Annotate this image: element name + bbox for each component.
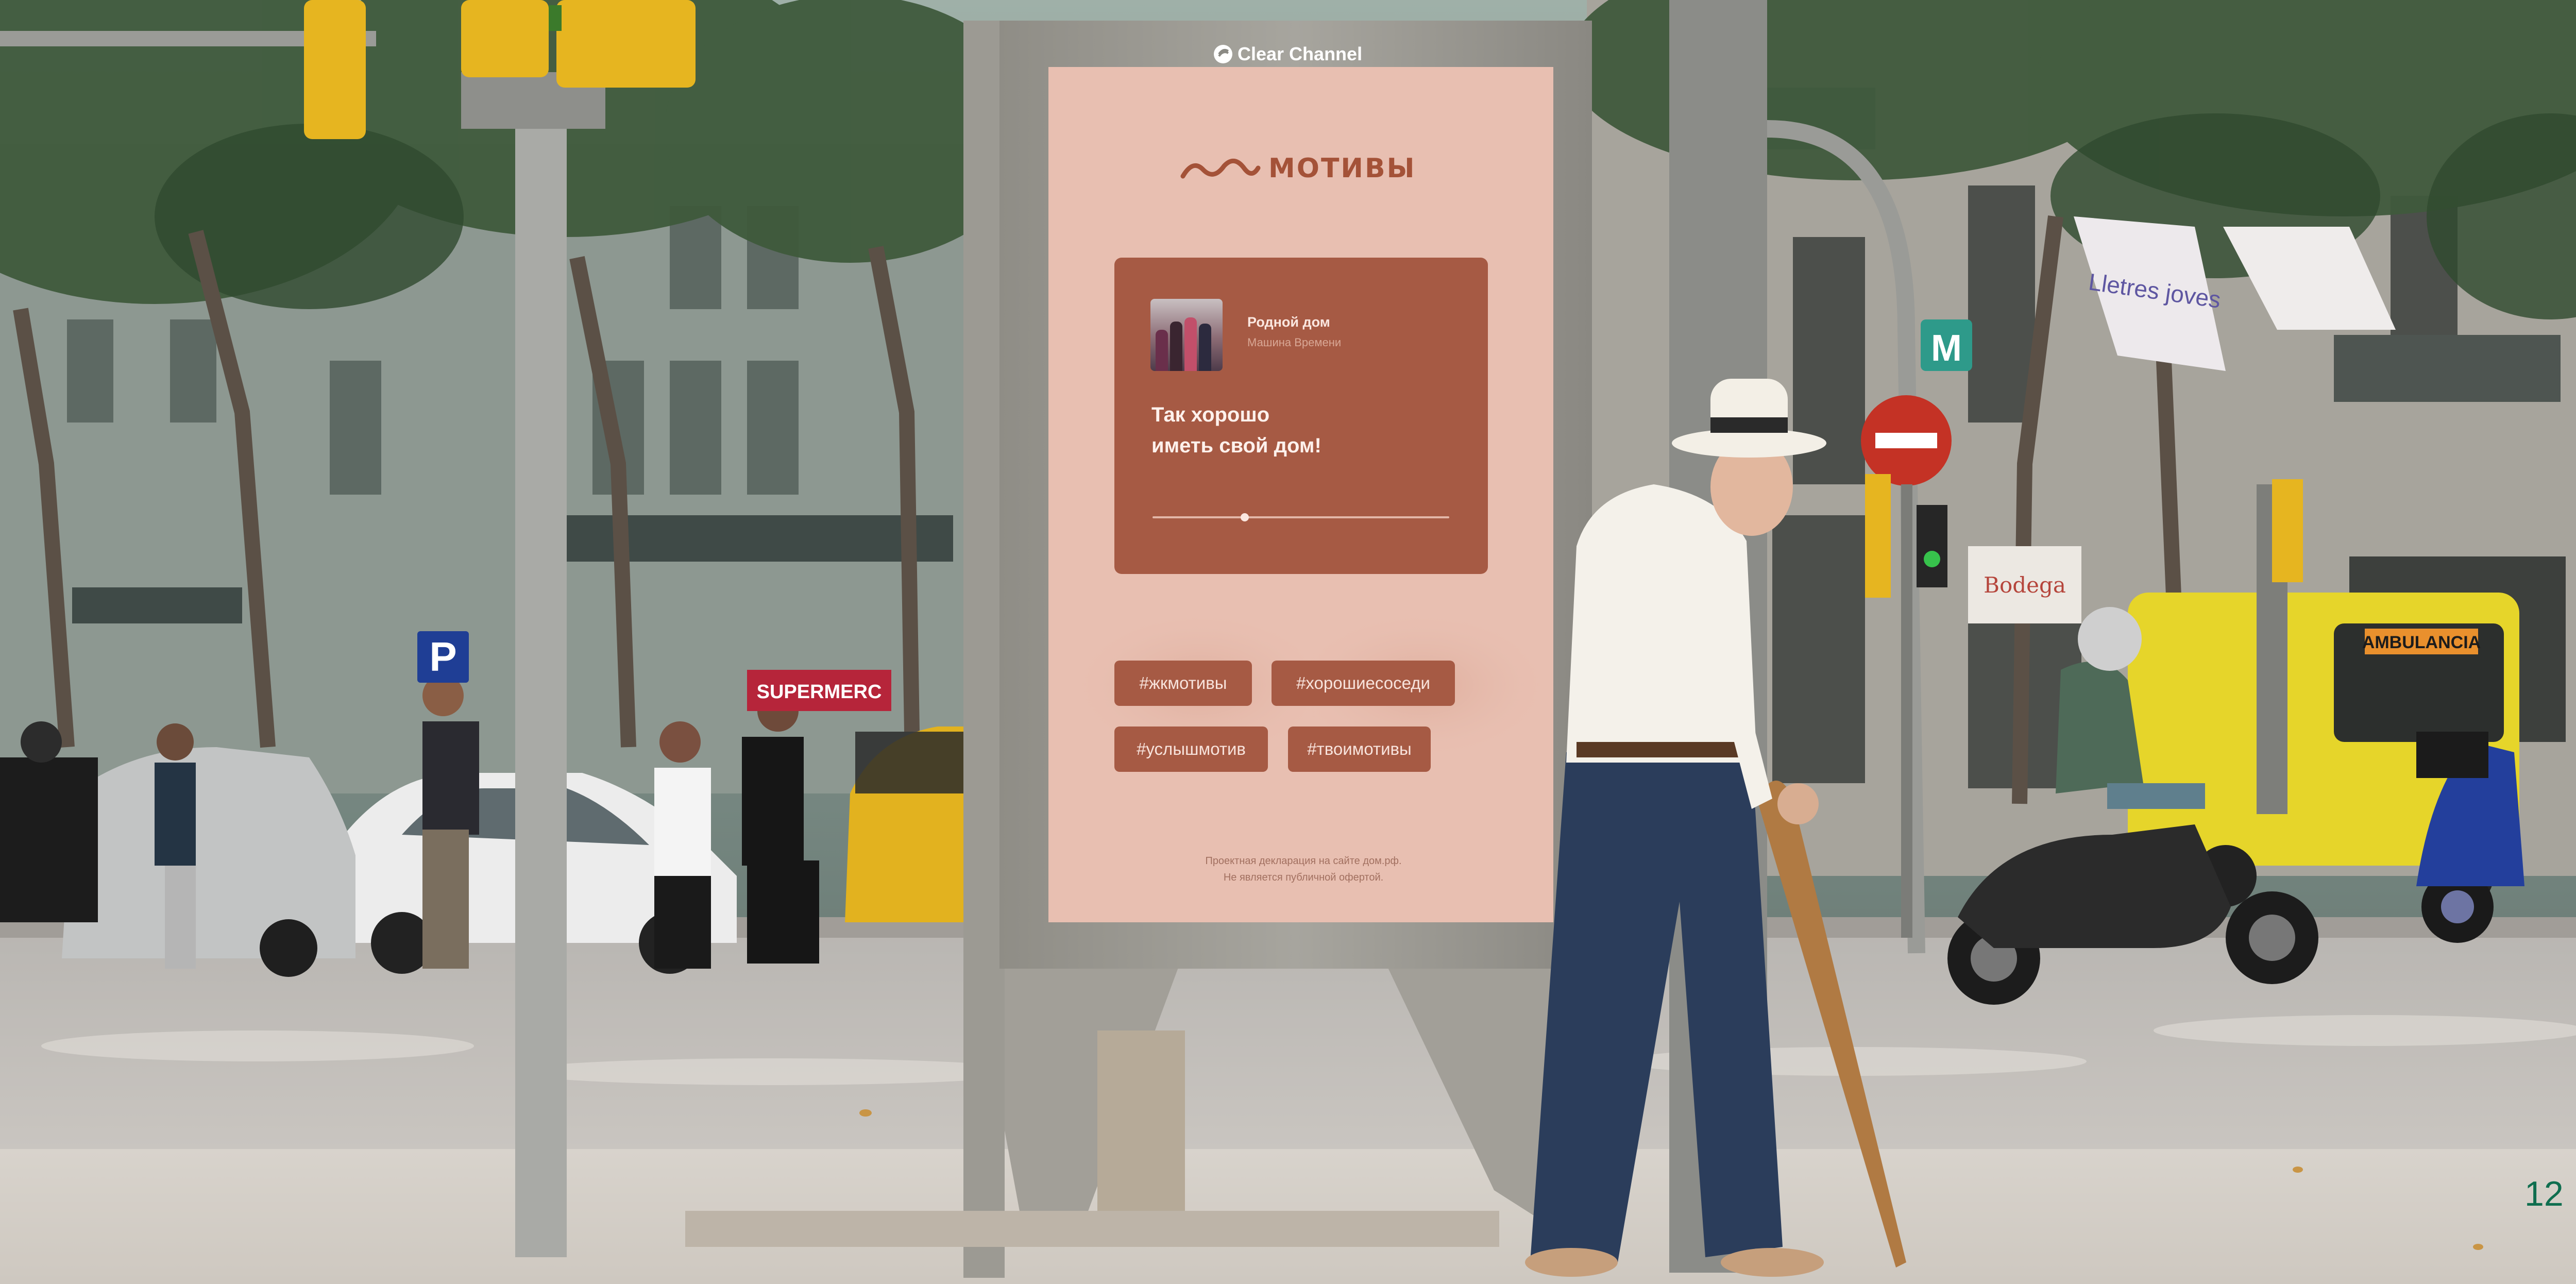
silver-car bbox=[62, 747, 355, 958]
hashtag-pill: #услышмотив bbox=[1114, 727, 1268, 772]
metro-sign: M bbox=[1931, 328, 1962, 369]
progress-bar bbox=[1153, 513, 1449, 521]
parking-sign: P bbox=[429, 634, 456, 680]
brand-name: МОТИВЫ bbox=[1268, 153, 1416, 184]
progress-knob bbox=[1240, 513, 1249, 521]
album-cover bbox=[1150, 299, 1223, 371]
hashtag-pill: #жкмотивы bbox=[1114, 661, 1252, 706]
clear-channel-logo: Clear Channel bbox=[1213, 43, 1362, 65]
bodega-sign: Bodega bbox=[1984, 572, 2066, 598]
track-title: Родной дом bbox=[1247, 314, 1330, 330]
photo-scene: AMBULANCIA P SUPERMERC M Lletres joves B… bbox=[0, 0, 2576, 1284]
street-photo: AMBULANCIA P SUPERMERC M Lletres joves B… bbox=[0, 0, 2576, 1284]
billboard-side bbox=[963, 21, 1005, 1278]
wave-logo-icon bbox=[1180, 159, 1261, 179]
operator-name: Clear Channel bbox=[1238, 43, 1363, 64]
ambulance-label: AMBULANCIA bbox=[2362, 633, 2481, 652]
music-player-card: Родной дом Машина Времени Так хорошо име… bbox=[1114, 258, 1488, 574]
page-number: 12 bbox=[2524, 1174, 2564, 1213]
legal-disclaimer: Проектная декларация на сайте дом.рф. Не… bbox=[1205, 855, 1402, 883]
track-artist: Машина Времени bbox=[1247, 336, 1342, 349]
traffic-pole-left bbox=[515, 103, 567, 1257]
brand-logo: МОТИВЫ bbox=[1180, 150, 1448, 187]
hashtag-pill: #твоимотивы bbox=[1288, 727, 1431, 772]
supermarket-sign: SUPERMERC bbox=[757, 681, 882, 703]
clear-channel-icon bbox=[1214, 45, 1232, 63]
card-message: Так хорошо иметь свой дом! bbox=[1151, 403, 1321, 457]
hashtag-pill: #хорошиесоседи bbox=[1272, 661, 1455, 706]
